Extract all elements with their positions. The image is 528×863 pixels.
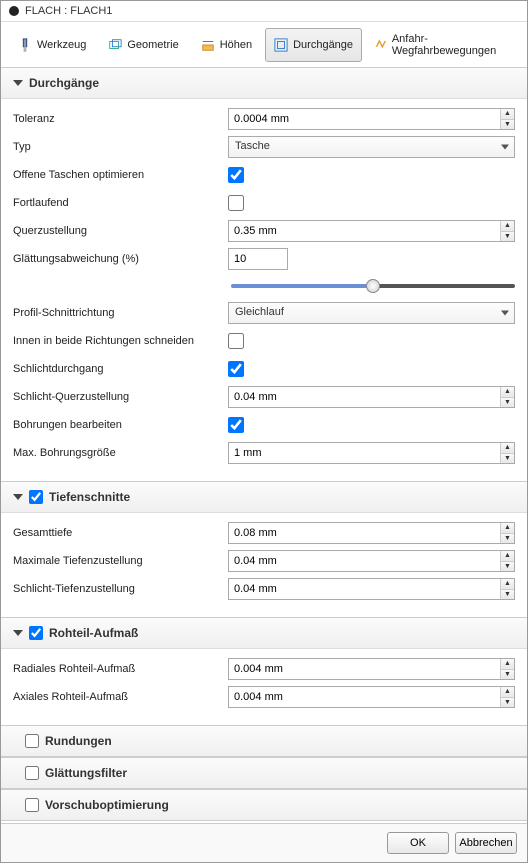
spinner[interactable]: ▲▼ [500, 221, 514, 241]
glatt-input[interactable] [228, 248, 288, 270]
section-header-durchgaenge[interactable]: Durchgänge [1, 68, 527, 99]
window-title: FLACH : FLACH1 [25, 5, 112, 17]
section-glattfilter: Glättungsfilter [1, 757, 527, 789]
section-tiefenschnitte: Tiefenschnitte Gesamttiefe ▲▼ Maximale T… [1, 481, 527, 617]
tab-bar: Werkzeug Geometrie Höhen Durchgänge Anfa… [1, 22, 527, 68]
offene-checkbox[interactable] [228, 167, 244, 183]
schlichtt-input[interactable] [228, 578, 515, 600]
offene-label: Offene Taschen optimieren [13, 169, 228, 181]
tab-label: Durchgänge [293, 39, 353, 51]
profil-select[interactable]: Gleichlauf [228, 302, 515, 324]
footer: OK Abbrechen [1, 823, 527, 862]
schlicht-label: Schlichtdurchgang [13, 363, 228, 375]
maxbohr-input[interactable] [228, 442, 515, 464]
maxtief-label: Maximale Tiefenzustellung [13, 555, 228, 567]
schlicht-checkbox[interactable] [228, 361, 244, 377]
querzust-label: Querzustellung [13, 225, 228, 237]
section-title: Vorschuboptimierung [45, 798, 169, 812]
bohr-label: Bohrungen bearbeiten [13, 419, 228, 431]
section-title: Rundungen [45, 734, 112, 748]
glattfilter-enable-checkbox[interactable] [25, 766, 39, 780]
tab-label: Werkzeug [37, 39, 86, 51]
heights-icon [201, 38, 215, 52]
glatt-slider[interactable] [231, 284, 515, 288]
section-vorschub: Vorschuboptimierung [1, 789, 527, 821]
maxbohr-label: Max. Bohrungsgröße [13, 447, 228, 459]
innen-label: Innen in beide Richtungen schneiden [13, 335, 228, 347]
toleranz-input[interactable] [228, 108, 515, 130]
chevron-down-icon [13, 80, 23, 86]
tab-label: Anfahr-Wegfahrbewegungen [392, 33, 510, 57]
fortlaufend-label: Fortlaufend [13, 197, 228, 209]
spinner[interactable]: ▲▼ [500, 109, 514, 129]
tab-label: Höhen [220, 39, 252, 51]
tool-icon [18, 38, 32, 52]
section-rohteil: Rohteil-Aufmaß Radiales Rohteil-Aufmaß ▲… [1, 617, 527, 725]
typ-value: Tasche [228, 136, 515, 158]
geometry-icon [108, 38, 122, 52]
profil-label: Profil-Schnittrichtung [13, 307, 228, 319]
chevron-down-icon [501, 145, 509, 150]
innen-checkbox[interactable] [228, 333, 244, 349]
spinner[interactable]: ▲▼ [500, 659, 514, 679]
spinner[interactable]: ▲▼ [500, 687, 514, 707]
tab-anfahr[interactable]: Anfahr-Wegfahrbewegungen [366, 28, 519, 62]
section-rundungen: Rundungen [1, 725, 527, 757]
gesamt-input[interactable] [228, 522, 515, 544]
querzust-input[interactable] [228, 220, 515, 242]
gesamt-label: Gesamttiefe [13, 527, 228, 539]
cancel-button[interactable]: Abbrechen [455, 832, 517, 854]
schlichtq-input[interactable] [228, 386, 515, 408]
profil-value: Gleichlauf [228, 302, 515, 324]
tab-werkzeug[interactable]: Werkzeug [9, 28, 95, 62]
typ-label: Typ [13, 141, 228, 153]
fortlaufend-checkbox[interactable] [228, 195, 244, 211]
tiefenschnitte-enable-checkbox[interactable] [29, 490, 43, 504]
glatt-label: Glättungsabweichung (%) [13, 253, 228, 265]
tab-geometrie[interactable]: Geometrie [99, 28, 187, 62]
rohteil-enable-checkbox[interactable] [29, 626, 43, 640]
section-header-glattfilter[interactable]: Glättungsfilter [1, 758, 527, 789]
section-title: Durchgänge [29, 76, 99, 90]
spinner[interactable]: ▲▼ [500, 579, 514, 599]
schlichtq-label: Schlicht-Querzustellung [13, 391, 228, 403]
radial-input[interactable] [228, 658, 515, 680]
passes-icon [274, 38, 288, 52]
bohr-checkbox[interactable] [228, 417, 244, 433]
toleranz-label: Toleranz [13, 113, 228, 125]
spinner[interactable]: ▲▼ [500, 523, 514, 543]
radial-label: Radiales Rohteil-Aufmaß [13, 663, 228, 675]
chevron-down-icon [501, 311, 509, 316]
section-title: Rohteil-Aufmaß [49, 626, 138, 640]
section-title: Glättungsfilter [45, 766, 127, 780]
linking-icon [375, 38, 387, 52]
titlebar: FLACH : FLACH1 [1, 1, 527, 22]
tab-durchgaenge[interactable]: Durchgänge [265, 28, 362, 62]
content-area: Durchgänge Toleranz ▲▼ Typ Tasche [1, 68, 527, 823]
app-icon [9, 6, 19, 16]
axial-input[interactable] [228, 686, 515, 708]
maxtief-input[interactable] [228, 550, 515, 572]
spinner[interactable]: ▲▼ [500, 443, 514, 463]
rundungen-enable-checkbox[interactable] [25, 734, 39, 748]
ok-button[interactable]: OK [387, 832, 449, 854]
section-durchgaenge: Durchgänge Toleranz ▲▼ Typ Tasche [1, 68, 527, 481]
section-header-tiefenschnitte[interactable]: Tiefenschnitte [1, 482, 527, 513]
tab-label: Geometrie [127, 39, 178, 51]
vorschub-enable-checkbox[interactable] [25, 798, 39, 812]
spinner[interactable]: ▲▼ [500, 551, 514, 571]
typ-select[interactable]: Tasche [228, 136, 515, 158]
section-title: Tiefenschnitte [49, 490, 130, 504]
tab-hoehen[interactable]: Höhen [192, 28, 261, 62]
chevron-down-icon [13, 494, 23, 500]
section-header-vorschub[interactable]: Vorschuboptimierung [1, 790, 527, 821]
schlichtt-label: Schlicht-Tiefenzustellung [13, 583, 228, 595]
axial-label: Axiales Rohteil-Aufmaß [13, 691, 228, 703]
section-header-rohteil[interactable]: Rohteil-Aufmaß [1, 618, 527, 649]
section-header-rundungen[interactable]: Rundungen [1, 726, 527, 757]
chevron-down-icon [13, 630, 23, 636]
spinner[interactable]: ▲▼ [500, 387, 514, 407]
